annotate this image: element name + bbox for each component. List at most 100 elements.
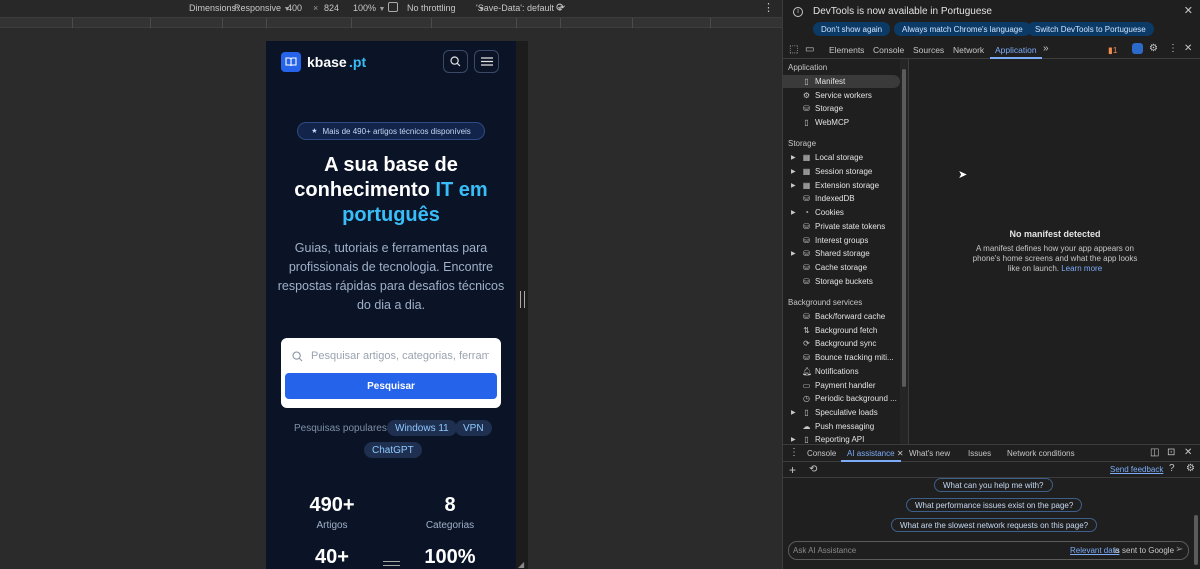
sidebar-item-background-fetch[interactable]: ⇅ Background fetch [783,324,900,337]
device-toolbar: Dimensions: Responsive ▼ 400 × 824 100% … [0,0,782,17]
chip-chatgpt[interactable]: ChatGPT [364,442,422,458]
tab-network[interactable]: Network [953,45,984,55]
height-input[interactable]: 824 [324,3,339,13]
sidebar-item-cache-storage[interactable]: ⛁ Cache storage [783,261,900,274]
sidebar-item-indexeddb[interactable]: ⛁ IndexedDB [783,192,900,205]
drawer-scrollbar[interactable] [1194,515,1198,565]
logo-book-icon[interactable] [281,52,301,72]
database-icon: ⛁ [803,263,810,272]
sidebar-item-webmcp[interactable]: ▯ WebMCP [783,116,900,129]
sidebar-item-manifest[interactable]: ▯ Manifest [783,75,900,88]
header-search-button[interactable] [443,50,468,73]
sidebar-item-shared-storage[interactable]: ▶ ⛁ Shared storage [783,247,900,260]
ai-assistance-icon[interactable] [1132,43,1143,54]
throttling-select[interactable]: No throttling ▼ [407,3,485,13]
dock-side-icon[interactable]: ◫ [1150,447,1159,458]
logo-text[interactable]: kbase [307,54,347,70]
chip-vpn[interactable]: VPN [455,420,492,436]
sidebar-item-service-workers[interactable]: ⚙ Service workers [783,89,900,102]
more-tabs-icon[interactable]: » [1043,43,1049,54]
dont-show-again-button[interactable]: Don't show again [813,22,891,36]
drawer-tab-whats-new[interactable]: What's new [909,449,950,458]
sensors-icon[interactable]: ⟳ [556,1,565,14]
zoom-select[interactable]: 100% ▼ [353,3,385,13]
sidebar-item-back-forward-cache[interactable]: ⛁ Back/forward cache [783,310,900,323]
history-icon[interactable]: ⟲ [809,464,817,475]
sidebar-item-interest-groups[interactable]: ⛁ Interest groups [783,234,900,247]
suggestion-network[interactable]: What are the slowest network requests on… [891,518,1098,532]
width-input[interactable]: 400 [287,3,302,13]
sidebar-item-payment-handler[interactable]: ▭ Payment handler [783,379,900,392]
sidebar-scrollbar[interactable] [900,59,908,444]
ai-settings-gear-icon[interactable]: ⚙ [1186,463,1195,474]
resize-handle-corner[interactable]: ◢ [518,560,526,569]
suggestion-help[interactable]: What can you help me with? [934,478,1053,492]
popular-searches-label: Pesquisas populares: [294,423,390,434]
more-options-icon[interactable]: ⋮ [763,1,774,14]
sidebar-item-push-messaging[interactable]: ☁ Push messaging [783,420,900,433]
media-query-ruler[interactable] [0,17,782,28]
suggestion-performance[interactable]: What performance issues exist on the pag… [906,498,1083,512]
drawer-tab-issues[interactable]: Issues [968,449,991,458]
sidebar-item-periodic-background[interactable]: ◷ Periodic background ... [783,392,900,405]
new-chat-plus-icon[interactable]: + [789,463,796,477]
relevant-data-link[interactable]: Relevant data [1070,546,1119,555]
drawer-tab-network-conditions[interactable]: Network conditions [1007,449,1075,458]
sidebar-item-notifications[interactable]: 🔔︎ Notifications [783,365,900,378]
table-icon: ▦ [802,153,811,162]
inspect-icon[interactable]: ⬚ [789,44,798,55]
expand-arrow-icon: ▶ [791,251,796,257]
section-application: Application [788,63,828,72]
sidebar-item-reporting-api[interactable]: ▶ ▯ Reporting API [783,433,900,444]
match-chrome-language-button[interactable]: Always match Chrome's language [894,22,1031,36]
rotate-icon[interactable] [388,2,398,12]
sidebar-item-speculative-loads[interactable]: ▶ ▯ Speculative loads [783,406,900,419]
sidebar-item-storage[interactable]: ⛁ Storage [783,102,900,115]
undock-drawer-icon[interactable]: ⊡ [1167,447,1175,458]
sidebar-item-private-state-tokens[interactable]: ⛁ Private state tokens [783,220,900,233]
search-button[interactable]: Pesquisar [285,373,497,399]
issues-counter[interactable]: ▮1 [1108,45,1117,56]
sidebar-item-bounce-tracking[interactable]: ⛁ Bounce tracking miti... [783,351,900,364]
logo-tld[interactable]: .pt [349,54,366,70]
tab-console[interactable]: Console [873,45,904,55]
chip-windows-11[interactable]: Windows 11 [387,420,457,436]
tab-application[interactable]: Application [995,45,1037,55]
sidebar-item-local-storage[interactable]: ▶ ▦ Local storage [783,151,900,164]
drawer-menu-icon[interactable]: ⋮ [789,447,799,458]
search-input[interactable] [311,350,489,362]
close-icon[interactable]: ✕ [1184,4,1193,17]
sidebar-item-extension-storage[interactable]: ▶ ▦ Extension storage [783,179,900,192]
database-icon: ⛁ [803,194,810,203]
tab-elements[interactable]: Elements [829,45,864,55]
learn-more-link[interactable]: Learn more [1061,264,1102,273]
sidebar-item-session-storage[interactable]: ▶ ▦ Session storage [783,165,900,178]
expand-arrow-icon: ▶ [791,410,796,416]
sidebar-item-storage-buckets[interactable]: ⛁ Storage buckets [783,275,900,288]
settings-gear-icon[interactable]: ⚙ [1149,43,1158,54]
send-icon[interactable]: ➢ [1175,544,1183,555]
drawer-tab-console[interactable]: Console [807,449,836,458]
bell-icon: 🔔︎ [802,367,813,376]
resize-handle-right[interactable] [520,291,525,308]
sidebar-item-background-sync[interactable]: ⟳ Background sync [783,337,900,350]
send-feedback-link[interactable]: Send feedback [1110,465,1163,474]
ai-prompt-input[interactable]: Ask AI Assistance Relevant data is sent … [788,541,1189,560]
close-icon: ✕ [896,449,904,458]
times-sign: × [313,3,319,13]
menu-button[interactable] [474,50,499,73]
sidebar-item-cookies[interactable]: ▶ ◔ Cookies [783,206,900,219]
table-icon: ▦ [802,167,811,176]
drawer-tab-ai-assistance[interactable]: AI assistance ✕ [847,449,904,458]
tab-sources[interactable]: Sources [913,45,944,55]
switch-to-portuguese-button[interactable]: Switch DevTools to Portuguese [1027,22,1154,36]
resize-handle-bottom[interactable] [383,561,400,566]
help-icon[interactable]: ? [1169,463,1175,474]
close-drawer-icon[interactable]: ✕ [1184,447,1192,458]
dimensions-select[interactable]: Responsive ▼ [234,3,290,13]
close-devtools-icon[interactable]: ✕ [1184,43,1192,54]
save-data-select[interactable]: 'Save-Data': default ▼ [476,3,563,13]
device-toggle-icon[interactable]: ▭ [805,44,814,55]
devtools-main-tabs: ⬚ ▭ Elements Console Sources Network App… [783,41,1200,59]
customize-menu-icon[interactable]: ⋮ [1168,43,1178,54]
